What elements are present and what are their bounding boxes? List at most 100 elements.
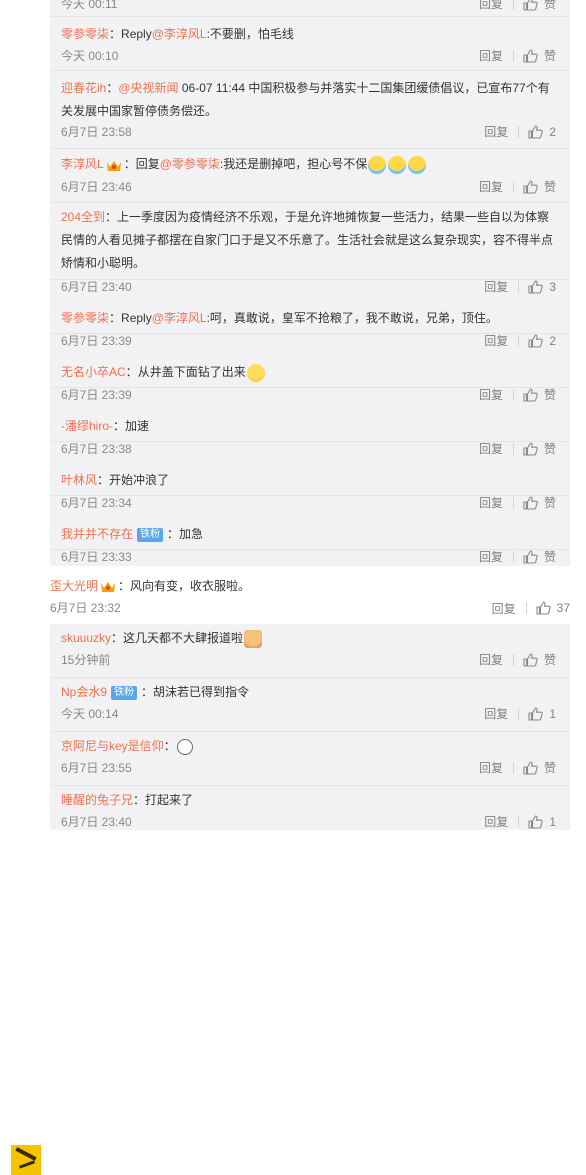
- divider: [512, 762, 514, 774]
- emoji-icon: [388, 155, 407, 174]
- emoji-icon: [176, 738, 193, 755]
- mention-link[interactable]: @央视新闻: [118, 81, 178, 95]
- emoji-icon: [244, 629, 263, 648]
- divider: [512, 181, 514, 193]
- comment-username[interactable]: Np会水9: [61, 685, 107, 699]
- reply-thread-top: 今天 00:11 回复赞零参零柒：Reply@李淳风L:不要删，怕毛线 今天 00:…: [50, 0, 570, 566]
- divider: [518, 126, 520, 138]
- like-button[interactable]: 赞: [523, 547, 556, 566]
- reply-prefix: Reply: [121, 27, 152, 41]
- comment-username[interactable]: 零参零柒: [61, 27, 109, 41]
- comment-time: 6月7日 23:55: [61, 761, 132, 775]
- comment-colon: ：: [118, 579, 131, 593]
- like-button[interactable]: 37: [536, 601, 570, 615]
- comment-username[interactable]: 李淳风L: [61, 157, 104, 171]
- reply-comment: 李淳风L ：回复@零参零柒:我还是删掉吧，担心号不保 6月7日 23:46 回复赞: [50, 149, 570, 203]
- reply-comment: 204全到：上一季度因为疫情经济不乐观，于是允许地摊恢复一些活力，结果一些自以为…: [50, 203, 570, 294]
- reply-button[interactable]: 回复: [479, 46, 503, 66]
- reply-comment: 今天 00:11 回复 赞: [50, 0, 570, 17]
- like-button[interactable]: 1: [528, 812, 556, 830]
- comment-username[interactable]: 我并并不存在: [61, 527, 133, 541]
- comment-colon: ：: [113, 419, 126, 433]
- reply-comment: 迎春花ih：@央视新闻 06-07 11:44 中国积极参与并落实十二国集团缓债…: [50, 71, 570, 149]
- comment-colon: ：: [105, 210, 118, 224]
- reply-button[interactable]: 回复: [479, 758, 503, 778]
- comment-username[interactable]: 歪大光明: [50, 579, 98, 593]
- divider: [512, 0, 514, 10]
- comment-text: 上一季度因为疫情经济不乐观，于是允许地摊恢复一些活力，结果一些自以为体察民情的人…: [61, 210, 554, 270]
- reply-comment: 叶林风：开始冲浪了 6月7日 23:34 回复赞: [50, 442, 570, 510]
- like-button[interactable]: 赞: [523, 0, 556, 14]
- like-count: 赞: [543, 653, 556, 667]
- comment-text: 加速: [125, 419, 150, 433]
- comment-colon: ：: [123, 157, 136, 171]
- divider: [512, 551, 514, 563]
- comment-username[interactable]: 京阿尼与key是信仰: [61, 739, 164, 753]
- like-button[interactable]: 赞: [523, 177, 556, 197]
- reply-button[interactable]: 回复: [484, 122, 508, 142]
- reply-comment: Np会水9 铁粉 ：胡沫若已得到指令 今天 00:14 回复 1: [50, 678, 570, 732]
- reply-button[interactable]: 回复: [484, 812, 508, 830]
- mention-link[interactable]: @零参零柒: [160, 157, 220, 171]
- comment-text: 这几天都不大肆报道啦: [123, 631, 244, 645]
- reply-button[interactable]: 回复: [479, 547, 503, 566]
- reply-button[interactable]: 回复: [484, 704, 508, 724]
- comment-text: 打起来了: [145, 793, 194, 807]
- reply-button[interactable]: 回复: [492, 600, 516, 617]
- reply-comment: 京阿尼与key是信仰： 6月7日 23:55 回复 赞: [50, 732, 570, 786]
- comment-username[interactable]: 零参零柒: [61, 311, 109, 325]
- thumbs-up-icon: [523, 49, 538, 63]
- like-count: 37: [556, 601, 570, 615]
- comment-colon: ：: [111, 631, 124, 645]
- emoji-icon: [408, 155, 427, 174]
- thumbs-up-icon: [528, 707, 544, 721]
- reply-comment: 睡醒的兔子兄：打起来了 6月7日 23:40 回复 1: [50, 786, 570, 830]
- like-button[interactable]: 赞: [523, 758, 556, 778]
- divider: [518, 816, 520, 828]
- like-count: 1: [549, 815, 556, 829]
- comment-colon: ：: [97, 473, 110, 487]
- like-button[interactable]: 赞: [523, 46, 556, 66]
- comment-username[interactable]: 迎春花ih: [61, 81, 106, 95]
- comment-time: 今天 00:10: [61, 49, 119, 63]
- thumbs-up-icon: [523, 180, 538, 194]
- reply-comment: 零参零柒：Reply@李淳风L:呵，真敢说，皇军不抢粮了，我不敢说，兄弟，顶住。…: [50, 280, 570, 348]
- avatar[interactable]: [11, 1145, 41, 1175]
- reply-prefix: 回复: [135, 157, 160, 171]
- reply-button[interactable]: 回复: [479, 177, 503, 197]
- emoji-icon: [368, 155, 387, 174]
- mention-link[interactable]: @李淳风L: [152, 27, 207, 41]
- emoji-icon: [246, 363, 265, 382]
- like-count: 1: [549, 707, 556, 721]
- like-count: 赞: [543, 180, 556, 194]
- thumbs-up-icon: [523, 761, 538, 775]
- reply-prefix: Reply: [121, 311, 152, 325]
- reply-thread-bottom: skuuuzky：这几天都不大肆报道啦 15分钟前 回复赞 Np会水9 铁粉 ：胡沫若已得…: [50, 624, 570, 830]
- reply-comment: skuuuzky：这几天都不大肆报道啦 15分钟前 回复 赞: [50, 624, 570, 678]
- like-button[interactable]: 1: [528, 704, 556, 724]
- reply-comment: 无名小卒AC：从井盖下面钻了出来 6月7日 23:39 回复赞: [50, 334, 570, 402]
- comment-text: 胡沫若已得到指令: [153, 685, 250, 699]
- comment-username[interactable]: skuuuzky: [61, 631, 111, 645]
- comment-username[interactable]: 睡醒的兔子兄: [61, 793, 133, 807]
- reply-comment: 我并并不存在 铁粉 ：加急 6月7日 23:33 回复 赞: [50, 496, 570, 564]
- comment-time: 6月7日 23:32: [50, 601, 121, 615]
- comment-time: 今天 00:11: [61, 0, 118, 11]
- comment-username[interactable]: -潘缪hiro-: [61, 419, 113, 433]
- comment-text: 从井盖下面钻了出来: [137, 365, 246, 379]
- comment-username[interactable]: 204全到: [61, 210, 105, 224]
- comment-colon: ：: [163, 739, 176, 753]
- comment-colon: ：: [167, 527, 180, 541]
- comment-time: 15分钟前: [61, 653, 111, 667]
- comment-time: 6月7日 23:46: [61, 180, 132, 194]
- comment-username[interactable]: 无名小卒AC: [61, 365, 126, 379]
- comment-text: 风向有变，收衣服啦。: [130, 579, 251, 593]
- reply-button[interactable]: 回复: [479, 0, 503, 14]
- like-button[interactable]: 2: [528, 122, 556, 142]
- comment-colon: ：: [109, 27, 122, 41]
- like-button[interactable]: 赞: [523, 650, 556, 670]
- reply-button[interactable]: 回复: [479, 650, 503, 670]
- mention-link[interactable]: @李淳风L: [152, 311, 207, 325]
- thumbs-up-icon: [523, 0, 538, 11]
- comment-username[interactable]: 叶林风: [61, 473, 97, 487]
